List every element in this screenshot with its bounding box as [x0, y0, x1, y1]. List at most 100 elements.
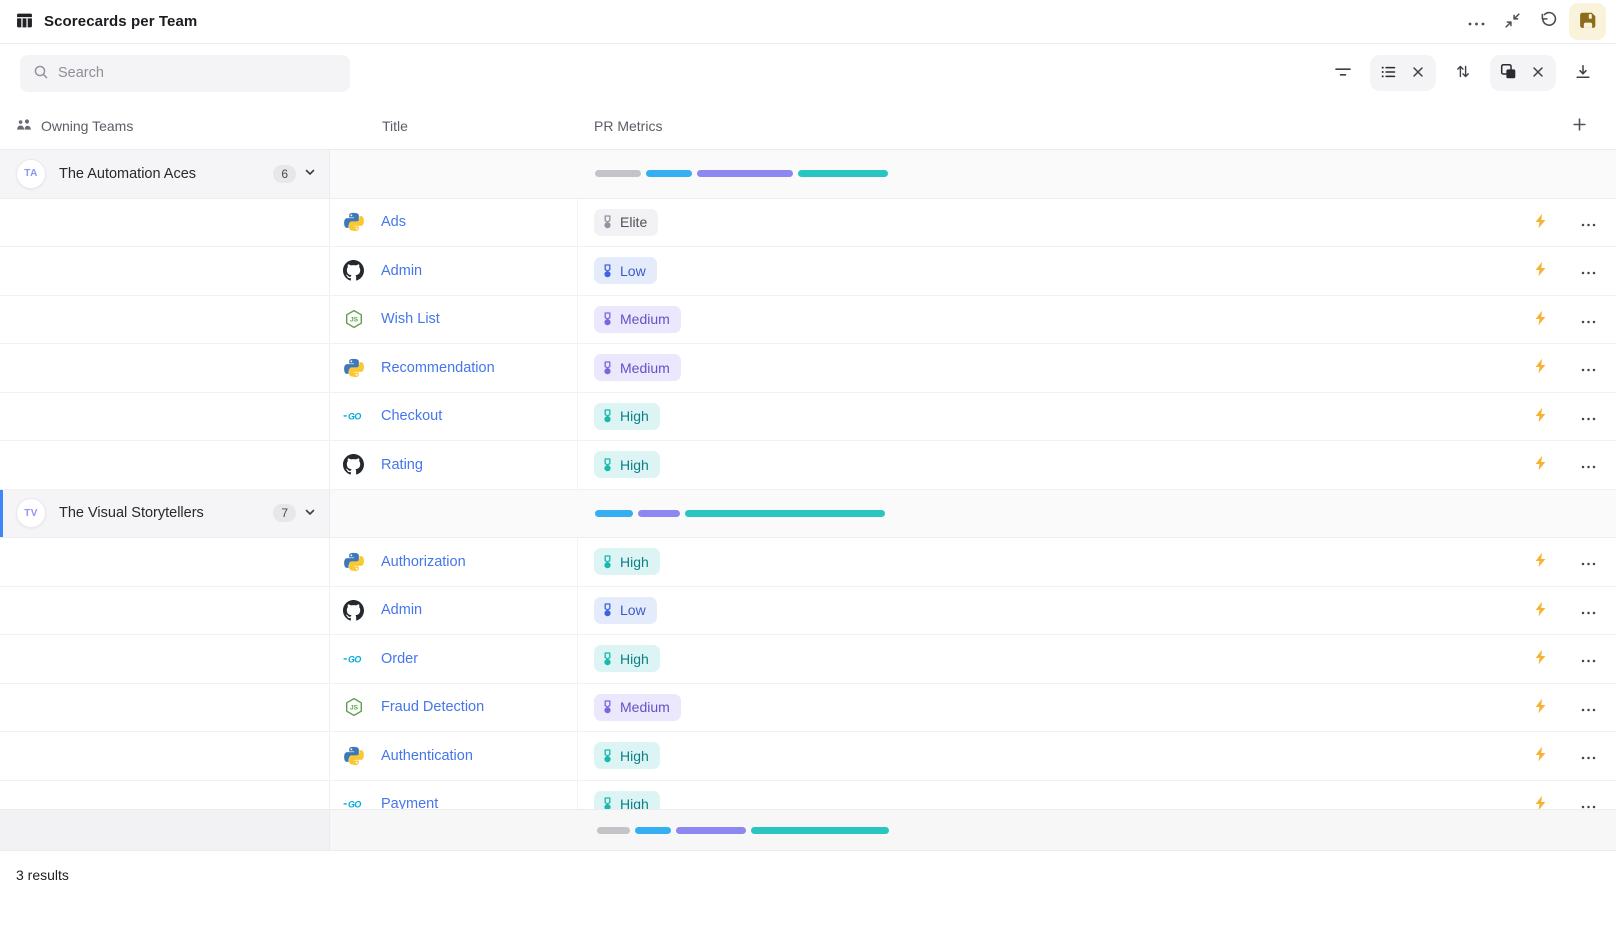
automation-action-button[interactable] — [1528, 453, 1552, 477]
ellipsis-icon — [1581, 263, 1596, 278]
pinned-group-row[interactable] — [0, 809, 1616, 850]
column-label-title: Title — [382, 118, 408, 134]
pr-metrics-cell: High — [578, 635, 1616, 683]
level-badge: Elite — [594, 209, 658, 236]
lightning-icon — [1533, 746, 1548, 765]
automation-action-button[interactable] — [1528, 744, 1552, 768]
ellipsis-icon — [1581, 312, 1596, 327]
medal-icon — [602, 361, 613, 375]
group-by-pill — [1490, 55, 1556, 91]
ellipsis-icon — [1581, 554, 1596, 569]
row-menu-button[interactable] — [1576, 259, 1600, 283]
lightning-icon — [1533, 310, 1548, 329]
lightning-icon — [1533, 601, 1548, 620]
entity-link[interactable]: Order — [381, 651, 418, 667]
level-label: High — [620, 651, 649, 667]
title-cell: GO Checkout — [330, 393, 578, 441]
clear-list-view-button[interactable] — [1403, 58, 1433, 88]
row-menu-button[interactable] — [1576, 550, 1600, 574]
automation-action-button[interactable] — [1528, 550, 1552, 574]
level-label: High — [620, 554, 649, 570]
list-view-button[interactable] — [1373, 58, 1403, 88]
row-menu-button[interactable] — [1576, 453, 1600, 477]
automation-action-button[interactable] — [1528, 404, 1552, 428]
automation-action-button[interactable] — [1528, 598, 1552, 622]
add-column-button[interactable] — [1564, 111, 1594, 141]
go-logo-icon: GO — [343, 406, 364, 427]
close-icon — [1531, 65, 1545, 82]
filter-button[interactable] — [1328, 58, 1358, 88]
automation-action-button[interactable] — [1528, 259, 1552, 283]
team-avatar-initials: TV — [24, 508, 38, 519]
level-badge: Low — [594, 257, 657, 284]
ellipsis-icon — [1581, 748, 1596, 763]
chevron-down-icon[interactable] — [303, 505, 317, 522]
sort-button[interactable] — [1448, 58, 1478, 88]
lightning-icon — [1533, 649, 1548, 668]
ellipsis-icon — [1581, 457, 1596, 472]
row-menu-button[interactable] — [1576, 307, 1600, 331]
entity-link[interactable]: Recommendation — [381, 360, 495, 376]
entity-link[interactable]: Rating — [381, 457, 423, 473]
level-badge: High — [594, 548, 660, 575]
entity-link[interactable]: Fraud Detection — [381, 699, 484, 715]
row-menu-button[interactable] — [1576, 404, 1600, 428]
team-avatar: TA — [16, 159, 46, 189]
undo-button[interactable] — [1533, 7, 1563, 37]
collapse-button[interactable] — [1497, 7, 1527, 37]
owning-team-cell — [0, 635, 330, 683]
column-label-owning-teams: Owning Teams — [41, 118, 133, 134]
search-input[interactable] — [58, 65, 337, 81]
entity-link[interactable]: Authorization — [381, 554, 466, 570]
more-options-button[interactable] — [1461, 7, 1491, 37]
pr-metrics-cell: Medium — [578, 296, 1616, 344]
level-label: High — [620, 457, 649, 473]
group-by-button[interactable] — [1493, 58, 1523, 88]
ellipsis-icon — [1581, 215, 1596, 230]
entity-link[interactable]: Admin — [381, 263, 422, 279]
level-label: Medium — [620, 699, 670, 715]
entity-link[interactable]: Ads — [381, 214, 406, 230]
automation-action-button[interactable] — [1528, 695, 1552, 719]
pr-metrics-cell: High — [578, 441, 1616, 489]
progress-segment — [635, 827, 671, 834]
entity-link[interactable]: Authentication — [381, 748, 473, 764]
automation-action-button[interactable] — [1528, 356, 1552, 380]
entity-link[interactable]: Wish List — [381, 311, 440, 327]
medal-icon — [602, 458, 613, 472]
row-menu-button[interactable] — [1576, 210, 1600, 234]
svg-text:JS: JS — [349, 705, 358, 712]
entity-link[interactable]: Checkout — [381, 408, 442, 424]
row-menu-button[interactable] — [1576, 647, 1600, 671]
level-label: Low — [620, 602, 646, 618]
group-row[interactable]: TA The Automation Aces 6 — [0, 150, 1616, 199]
owning-team-cell — [0, 441, 330, 489]
table-widget-icon — [16, 12, 33, 32]
entity-link[interactable]: Admin — [381, 602, 422, 618]
progress-segment — [676, 827, 746, 834]
row-menu-button[interactable] — [1576, 695, 1600, 719]
group-row[interactable]: TV The Visual Storytellers 7 — [0, 490, 1616, 539]
nodejs-logo-icon: JS — [343, 309, 364, 330]
automation-action-button[interactable] — [1528, 647, 1552, 671]
row-menu-button[interactable] — [1576, 744, 1600, 768]
search-box[interactable] — [20, 55, 350, 92]
progress-segment — [646, 170, 692, 177]
save-button[interactable] — [1569, 3, 1606, 40]
go-logo-icon: GO — [343, 648, 364, 669]
chevron-down-icon[interactable] — [303, 165, 317, 182]
column-owning-teams: Owning Teams — [0, 118, 330, 134]
title-cell: Authorization — [330, 538, 578, 586]
automation-action-button[interactable] — [1528, 210, 1552, 234]
owning-team-cell — [0, 393, 330, 441]
table-row: JS Wish List Medium — [0, 296, 1616, 345]
team-avatar: TV — [16, 498, 46, 528]
automation-action-button[interactable] — [1528, 307, 1552, 331]
python-logo-icon — [343, 212, 364, 233]
row-menu-button[interactable] — [1576, 598, 1600, 622]
svg-text:GO: GO — [348, 412, 361, 422]
row-menu-button[interactable] — [1576, 356, 1600, 380]
clear-group-by-button[interactable] — [1523, 58, 1553, 88]
download-button[interactable] — [1568, 58, 1598, 88]
progress-segment — [751, 827, 889, 834]
